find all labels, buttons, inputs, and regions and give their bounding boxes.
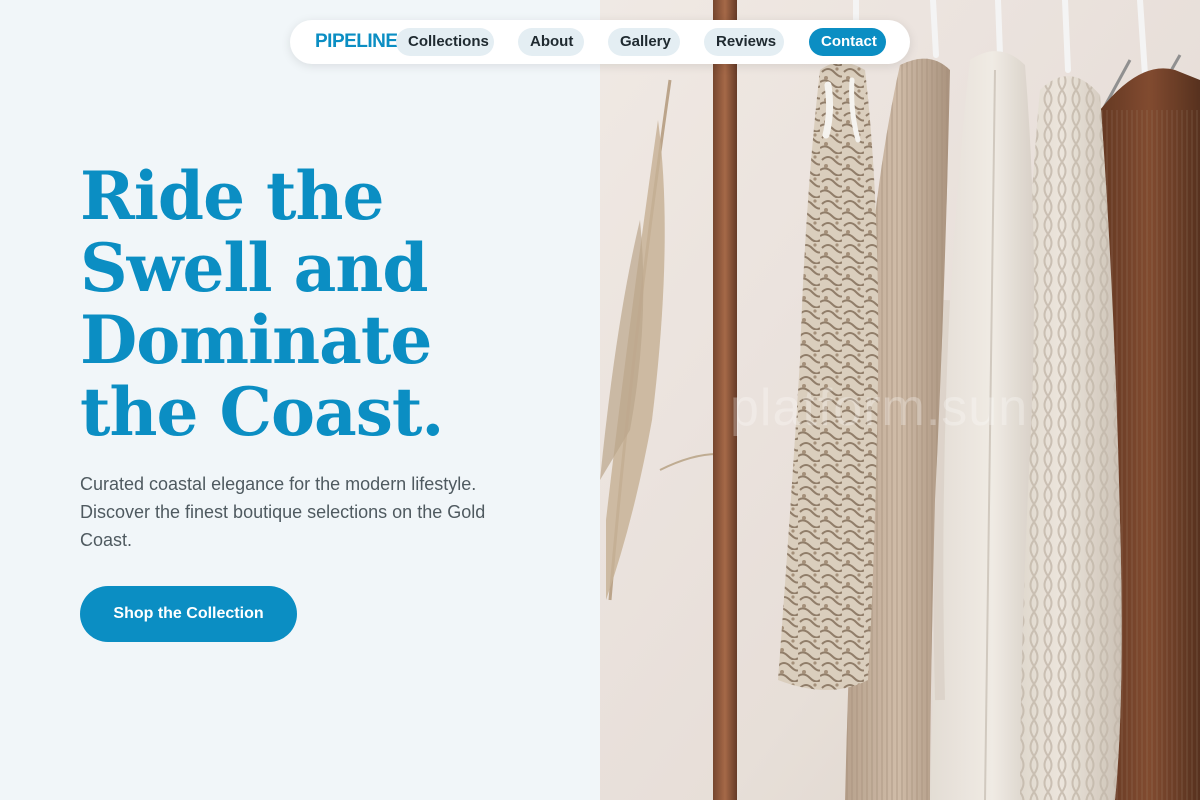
page: Ride the Swell and Dominate the Coast. C… xyxy=(0,0,1200,800)
hero-title: Ride the Swell and Dominate the Coast. xyxy=(80,160,580,448)
hero-title-line: Ride the xyxy=(80,157,385,235)
brand-logo[interactable]: PIPELINE xyxy=(315,20,398,64)
hero-title-line: Swell and xyxy=(80,229,429,307)
hero-title-line: the Coast. xyxy=(80,373,444,451)
top-navbar: PIPELINE Collections About Gallery Revie… xyxy=(290,20,910,64)
hero-subtitle: Curated coastal elegance for the modern … xyxy=(80,474,486,550)
contact-button[interactable]: Contact xyxy=(809,28,886,56)
nav-link-reviews[interactable]: Reviews xyxy=(704,28,784,56)
nav-link-collections[interactable]: Collections xyxy=(396,28,494,56)
hero-title-line: Dominate xyxy=(80,301,432,379)
image-watermark: platform.sun xyxy=(730,379,1029,437)
nav-link-about[interactable]: About xyxy=(518,28,584,56)
hero-section: Ride the Swell and Dominate the Coast. C… xyxy=(0,0,600,800)
shop-collection-button[interactable]: Shop the Collection xyxy=(80,586,297,642)
nav-link-gallery[interactable]: Gallery xyxy=(608,28,680,56)
hero-image: platform.sun xyxy=(600,0,1200,800)
